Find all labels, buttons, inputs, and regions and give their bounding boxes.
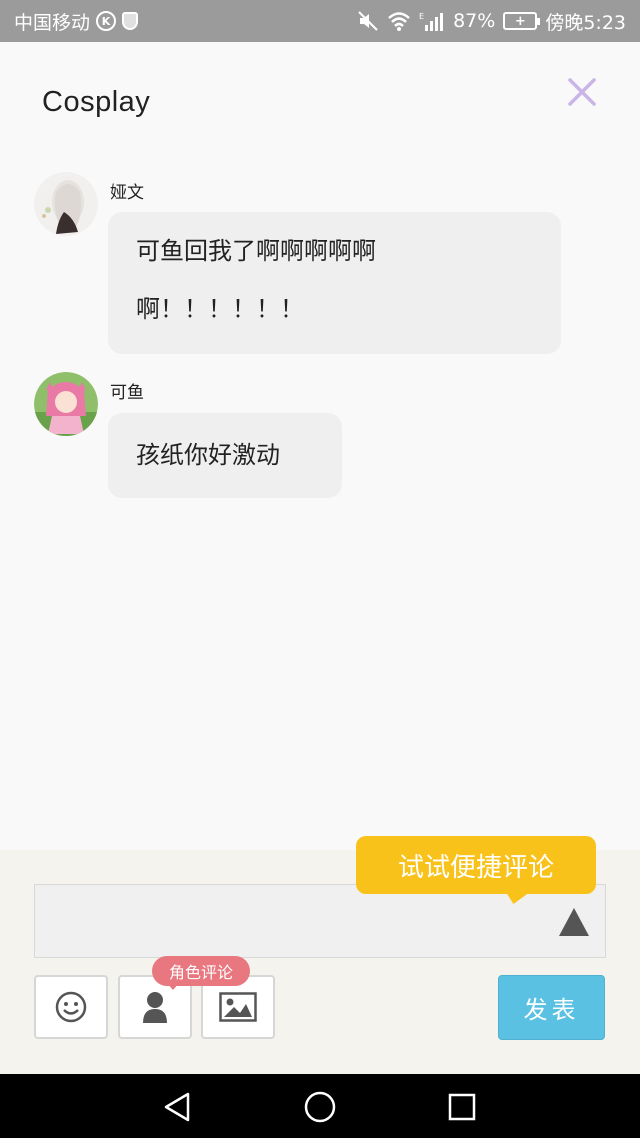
shield-icon	[122, 12, 139, 30]
recents-icon[interactable]	[445, 1090, 479, 1124]
message-bubble: 可鱼回我了啊啊啊啊啊 啊！！！！！！	[108, 212, 561, 354]
emoji-button[interactable]	[34, 975, 108, 1039]
avatar[interactable]	[34, 172, 98, 236]
triangle-up-icon[interactable]	[558, 906, 590, 938]
message-username: 可鱼	[110, 383, 144, 403]
message-text-line: 可鱼回我了啊啊啊啊啊	[136, 237, 376, 265]
battery-percent: 87%	[453, 10, 496, 32]
message-bubble: 孩纸你好激动	[108, 413, 342, 498]
home-icon[interactable]	[303, 1090, 337, 1124]
role-comment-tip-tail	[166, 982, 180, 990]
message-text-line: 啊！！！！！！	[136, 295, 304, 323]
emoji-icon	[55, 991, 87, 1023]
message-text-line: 孩纸你好激动	[136, 441, 280, 469]
person-icon	[143, 992, 167, 1023]
battery-icon: +	[503, 12, 541, 30]
back-icon[interactable]	[160, 1090, 194, 1124]
k-badge-icon: K	[96, 11, 117, 31]
wifi-icon	[388, 12, 410, 31]
mute-icon	[358, 11, 378, 31]
quick-comment-tip[interactable]: 试试便捷评论	[356, 836, 596, 894]
carrier-label: 中国移动	[14, 11, 91, 34]
page-title: Cosplay	[42, 86, 151, 118]
svg-text:E: E	[419, 12, 424, 21]
quick-comment-tip-tail	[499, 890, 533, 904]
status-bar: 中国移动 K E 87% + 傍晚5:23	[0, 0, 640, 42]
clock: 傍晚5:23	[545, 11, 626, 34]
image-icon	[219, 992, 257, 1022]
comment-composer: 试试便捷评论 角色评论 发表	[0, 836, 640, 1074]
navigation-bar	[0, 1074, 640, 1138]
close-icon[interactable]	[562, 72, 602, 112]
signal-icon: E	[419, 12, 444, 31]
avatar[interactable]	[34, 372, 98, 436]
publish-button[interactable]: 发表	[498, 975, 605, 1040]
message-username: 娅文	[110, 183, 144, 203]
